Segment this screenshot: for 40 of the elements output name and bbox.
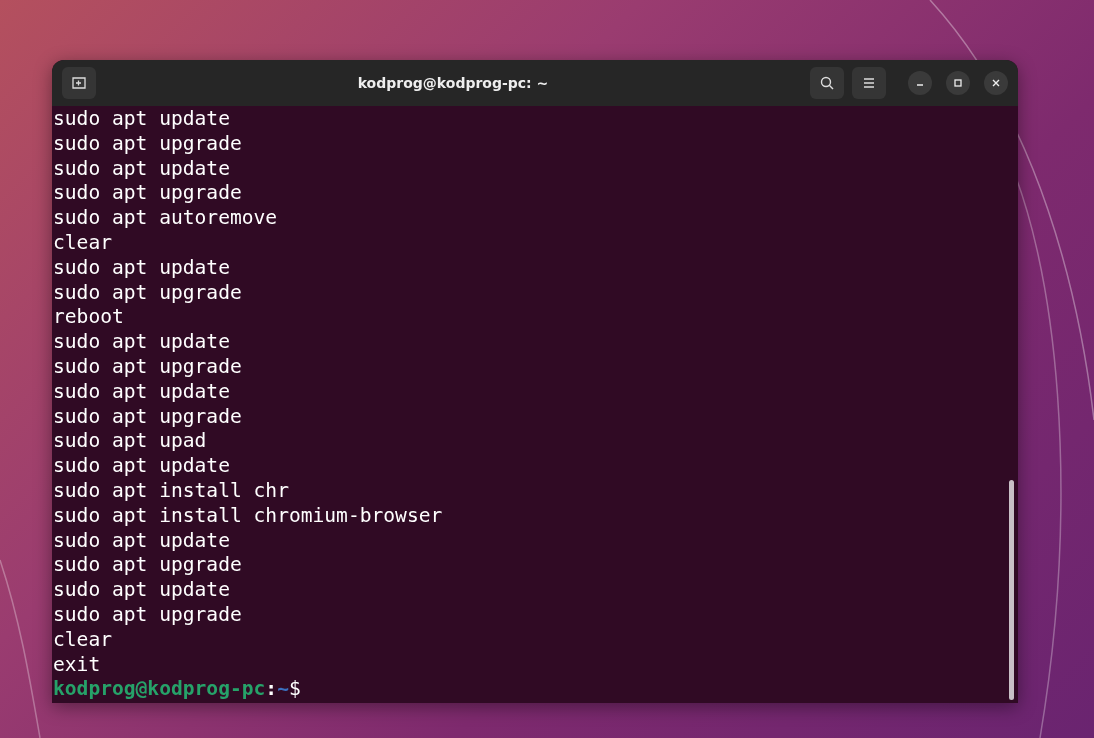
terminal-line: reboot [53, 305, 124, 329]
menu-icon [862, 77, 876, 89]
terminal-line: sudo apt update [53, 107, 230, 130]
terminal-line: sudo apt autoremove [53, 206, 278, 230]
new-tab-button[interactable] [62, 67, 96, 99]
terminal-line: clear [53, 231, 112, 254]
terminal-line: sudo apt upad [53, 429, 207, 453]
prompt-user-host: kodprog@kodprog-pc [53, 677, 266, 701]
scrollbar-thumb[interactable] [1009, 480, 1014, 700]
prompt-symbol: $ [288, 677, 301, 701]
terminal-line: sudo apt upgrade [53, 553, 242, 577]
terminal-line: clear [53, 627, 112, 651]
terminal-line: sudo apt upgrade [53, 181, 242, 205]
prompt-path: ~ [277, 677, 289, 701]
menu-button[interactable] [852, 67, 886, 99]
terminal-line: sudo apt upgrade [53, 280, 242, 304]
terminal-line: sudo apt update [53, 330, 230, 354]
terminal-line: sudo apt update [53, 578, 230, 602]
close-button[interactable] [984, 71, 1008, 95]
terminal-line: sudo apt update [53, 528, 230, 552]
terminal-line: sudo apt update [53, 255, 230, 279]
minimize-button[interactable] [908, 71, 932, 95]
terminal-line: sudo apt upgrade [53, 404, 242, 428]
terminal-line: sudo apt update [53, 156, 230, 180]
terminal-line: sudo apt update [53, 379, 230, 403]
search-icon [819, 75, 835, 91]
terminal-line: exit [53, 652, 101, 676]
terminal-line: sudo apt upgrade [53, 131, 242, 155]
prompt-separator: : [265, 677, 278, 701]
search-button[interactable] [810, 67, 844, 99]
terminal-line: sudo apt upgrade [53, 602, 242, 626]
maximize-button[interactable] [946, 71, 970, 95]
terminal-line: sudo apt install chromium-browser [53, 503, 443, 527]
close-icon [991, 78, 1001, 88]
maximize-icon [953, 78, 963, 88]
new-tab-icon [71, 75, 87, 91]
terminal-line: sudo apt install chr [53, 478, 289, 502]
terminal-line: sudo apt update [53, 454, 230, 478]
terminal-line: sudo apt upgrade [53, 354, 242, 378]
window-title: kodprog@kodprog-pc: ~ [356, 75, 550, 91]
